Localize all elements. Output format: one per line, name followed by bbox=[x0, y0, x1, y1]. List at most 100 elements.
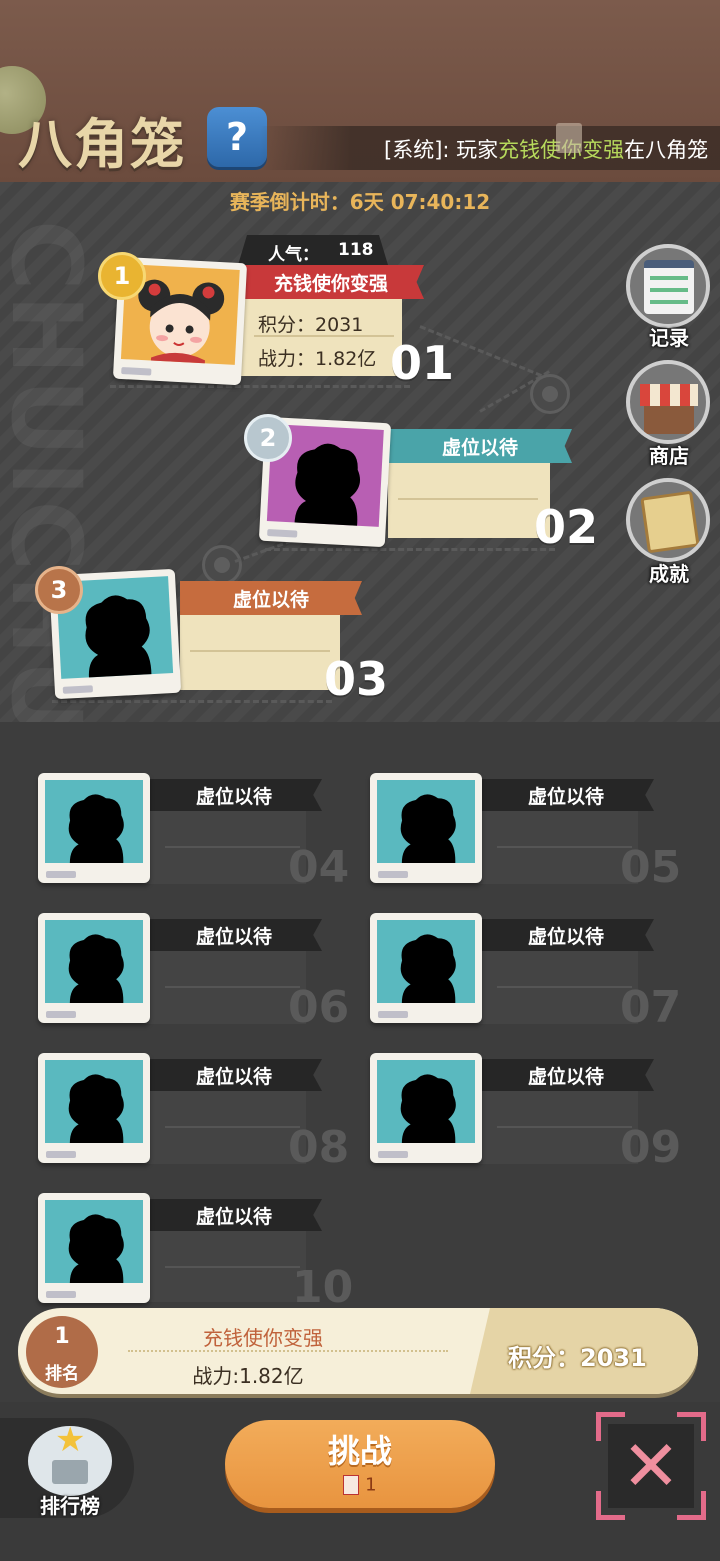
rank1-number: 01 bbox=[390, 336, 455, 390]
photo-strip bbox=[378, 871, 408, 878]
shop-button[interactable] bbox=[626, 360, 710, 444]
slot-avatar[interactable] bbox=[370, 1053, 482, 1163]
slot-line bbox=[165, 846, 300, 848]
gift-icon bbox=[556, 123, 582, 153]
silhouette-icon bbox=[68, 1074, 124, 1143]
trophy-icon: ★ bbox=[28, 1420, 112, 1496]
slot-number: 09 bbox=[620, 1122, 682, 1173]
rank3-name-ribbon: 虚位以待 bbox=[180, 581, 362, 615]
ticket-row: 1 bbox=[225, 1474, 495, 1496]
slot-avatar[interactable] bbox=[38, 1053, 150, 1163]
silver-medal-icon: 2 bbox=[244, 414, 292, 462]
popularity-badge: 人气： 118 bbox=[238, 235, 388, 265]
rank2-number: 02 bbox=[534, 500, 599, 554]
popularity-label: 人气： bbox=[268, 245, 319, 265]
my-divider bbox=[128, 1350, 448, 1352]
slot-avatar[interactable] bbox=[38, 773, 150, 883]
slot-line bbox=[165, 986, 300, 988]
photo-strip bbox=[267, 529, 298, 538]
rank2-name-ribbon: 虚位以待 bbox=[388, 429, 572, 463]
slot-number: 06 bbox=[288, 982, 350, 1033]
slot-label: 虚位以待 bbox=[478, 1059, 654, 1091]
season-countdown: 赛季倒计时：6天 07:40:12 bbox=[229, 190, 491, 214]
photo-strip bbox=[46, 1011, 76, 1018]
rank3-card[interactable] bbox=[180, 604, 340, 690]
clipboard-icon bbox=[644, 260, 694, 314]
photo-strip bbox=[62, 685, 94, 694]
leaderboard-button[interactable]: ★ 排行榜 bbox=[0, 1418, 134, 1518]
shop-label: 商店 bbox=[649, 444, 689, 468]
scroll-icon bbox=[640, 490, 700, 554]
marquee-prefix: [系统]: 玩家 bbox=[384, 138, 499, 162]
photo-strip bbox=[46, 1291, 76, 1298]
slot-line bbox=[165, 1126, 300, 1128]
slot-line bbox=[497, 986, 632, 988]
popularity-value: 118 bbox=[338, 240, 374, 260]
path-node bbox=[202, 545, 242, 585]
slot-avatar[interactable] bbox=[38, 913, 150, 1023]
slot-line bbox=[497, 1126, 632, 1128]
rank1-power: 战力：1.82亿 bbox=[258, 348, 377, 370]
slot-line bbox=[497, 846, 632, 848]
slot-label: 虚位以待 bbox=[478, 779, 654, 811]
rank1-name-ribbon: 充钱使你变强 bbox=[238, 265, 424, 299]
my-score: 积分：2031 bbox=[508, 1344, 647, 1372]
achievements-label: 成就 bbox=[649, 562, 689, 586]
path-node bbox=[530, 374, 570, 414]
slot-avatar[interactable] bbox=[38, 1193, 150, 1303]
rank3-divider bbox=[190, 650, 330, 652]
shop-body bbox=[644, 406, 694, 434]
my-rank-badge: 1 排名 bbox=[26, 1316, 98, 1388]
photo-strip bbox=[378, 1151, 408, 1158]
slot-number: 05 bbox=[620, 842, 682, 893]
close-button[interactable]: ✕ bbox=[596, 1412, 706, 1520]
slot-number: 10 bbox=[292, 1262, 354, 1313]
ticket-icon bbox=[343, 1475, 360, 1495]
shop-icon bbox=[640, 384, 698, 406]
rank1-card[interactable]: 积分：2031 战力：1.82亿 bbox=[230, 292, 402, 376]
records-button[interactable] bbox=[626, 244, 710, 328]
gold-medal-icon: 1 bbox=[98, 252, 146, 300]
bronze-medal-icon: 3 bbox=[35, 566, 83, 614]
slot-number: 04 bbox=[288, 842, 350, 893]
rank2-divider bbox=[398, 498, 538, 500]
photo-strip bbox=[46, 1151, 76, 1158]
gift-capsule bbox=[540, 121, 660, 155]
photo-strip bbox=[121, 367, 152, 376]
rank1-score: 积分：2031 bbox=[258, 314, 364, 336]
slot-label: 虚位以待 bbox=[146, 919, 322, 951]
path-line bbox=[265, 548, 555, 551]
silhouette-icon bbox=[400, 934, 456, 1003]
rank1-divider bbox=[254, 335, 394, 337]
silhouette-icon bbox=[400, 794, 456, 863]
records-label: 记录 bbox=[649, 326, 689, 350]
slot-line bbox=[165, 1266, 300, 1268]
slot-avatar[interactable] bbox=[370, 913, 482, 1023]
challenge-button[interactable]: 挑战 1 bbox=[225, 1420, 495, 1508]
page-title: 八角笼 bbox=[18, 113, 186, 176]
leaderboard-label: 排行榜 bbox=[40, 1494, 100, 1518]
challenge-label: 挑战 bbox=[327, 1432, 392, 1470]
silhouette-icon bbox=[68, 794, 124, 863]
my-rank-value: 1 bbox=[54, 1324, 70, 1349]
silhouette-icon bbox=[400, 1074, 456, 1143]
my-name: 充钱使你变强 bbox=[203, 1326, 323, 1350]
my-rank-label: 排名 bbox=[45, 1364, 79, 1384]
photo-strip bbox=[46, 871, 76, 878]
rank3-number: 03 bbox=[324, 652, 389, 706]
path-line bbox=[110, 385, 410, 388]
slot-label: 虚位以待 bbox=[146, 1059, 322, 1091]
ticket-count: 1 bbox=[365, 1474, 377, 1496]
slot-label: 虚位以待 bbox=[146, 1199, 322, 1231]
close-icon: ✕ bbox=[608, 1424, 694, 1508]
help-button[interactable]: ? bbox=[207, 107, 267, 167]
rank2-card[interactable] bbox=[388, 452, 550, 538]
silhouette-icon bbox=[68, 1214, 124, 1283]
slot-number: 07 bbox=[620, 982, 682, 1033]
slot-number: 08 bbox=[288, 1122, 350, 1173]
slot-avatar[interactable] bbox=[370, 773, 482, 883]
slot-label: 虚位以待 bbox=[478, 919, 654, 951]
my-rank-bar[interactable]: 1 排名 充钱使你变强 战力:1.82亿 积分：2031 bbox=[18, 1308, 698, 1394]
achievements-button[interactable] bbox=[626, 478, 710, 562]
photo-strip bbox=[378, 1011, 408, 1018]
